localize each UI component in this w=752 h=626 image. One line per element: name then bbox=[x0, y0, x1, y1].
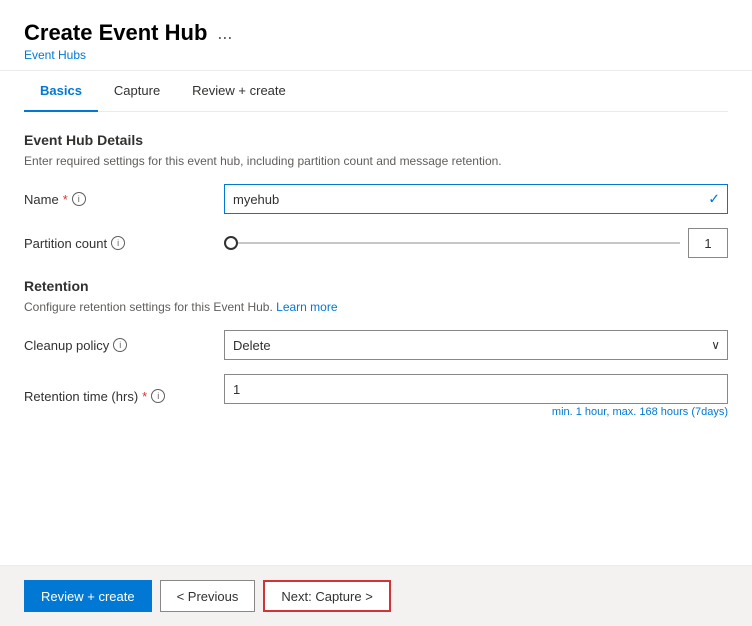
name-info-icon[interactable]: i bbox=[72, 192, 86, 206]
section-title-details: Event Hub Details bbox=[24, 132, 728, 148]
section-description-retention: Configure retention settings for this Ev… bbox=[24, 300, 728, 314]
retention-hint: min. 1 hour, max. 168 hours (7days) bbox=[224, 406, 728, 418]
partition-control: 1 bbox=[224, 228, 728, 258]
cleanup-control: Delete Compact ∨ bbox=[224, 330, 728, 360]
name-input[interactable] bbox=[224, 184, 728, 214]
partition-slider[interactable] bbox=[224, 242, 680, 244]
name-label: Name * i bbox=[24, 192, 224, 207]
review-create-button[interactable]: Review + create bbox=[24, 580, 152, 612]
cleanup-select[interactable]: Delete Compact bbox=[224, 330, 728, 360]
partition-label: Partition count i bbox=[24, 236, 224, 251]
tab-review-create[interactable]: Review + create bbox=[176, 71, 302, 112]
cleanup-row: Cleanup policy i Delete Compact ∨ bbox=[24, 330, 728, 360]
cleanup-select-wrapper: Delete Compact ∨ bbox=[224, 330, 728, 360]
retention-time-row: Retention time (hrs) * i min. 1 hour, ma… bbox=[24, 374, 728, 418]
retention-required: * bbox=[142, 389, 147, 404]
tab-capture[interactable]: Capture bbox=[98, 71, 176, 112]
page-title: Create Event Hub bbox=[24, 20, 207, 46]
slider-container: 1 bbox=[224, 228, 728, 258]
next-capture-button[interactable]: Next: Capture > bbox=[263, 580, 390, 612]
slider-wrapper bbox=[224, 228, 680, 258]
partition-value-box: 1 bbox=[688, 228, 728, 258]
main-content: Basics Capture Review + create Event Hub… bbox=[0, 71, 752, 565]
footer: Review + create < Previous Next: Capture… bbox=[0, 565, 752, 626]
more-options-icon[interactable]: ... bbox=[217, 23, 232, 44]
tab-basics[interactable]: Basics bbox=[24, 71, 98, 112]
retention-time-label: Retention time (hrs) * i bbox=[24, 389, 224, 404]
retention-input-wrapper bbox=[224, 374, 728, 404]
cleanup-info-icon[interactable]: i bbox=[113, 338, 127, 352]
name-row: Name * i ✓ bbox=[24, 184, 728, 214]
name-required: * bbox=[63, 192, 68, 207]
previous-button[interactable]: < Previous bbox=[160, 580, 256, 612]
retention-section: Retention Configure retention settings f… bbox=[24, 278, 728, 418]
event-hub-details-section: Event Hub Details Enter required setting… bbox=[24, 132, 728, 258]
retention-time-info-icon[interactable]: i bbox=[151, 389, 165, 403]
partition-row: Partition count i 1 bbox=[24, 228, 728, 258]
name-input-wrapper: ✓ bbox=[224, 184, 728, 214]
page-header: Create Event Hub ... Event Hubs bbox=[0, 0, 752, 71]
tab-bar: Basics Capture Review + create bbox=[24, 71, 728, 112]
section-description-details: Enter required settings for this event h… bbox=[24, 154, 728, 168]
retention-time-input[interactable] bbox=[224, 374, 728, 404]
section-title-retention: Retention bbox=[24, 278, 728, 294]
breadcrumb[interactable]: Event Hubs bbox=[24, 48, 728, 62]
cleanup-label: Cleanup policy i bbox=[24, 338, 224, 353]
retention-time-control: min. 1 hour, max. 168 hours (7days) bbox=[224, 374, 728, 418]
name-check-icon: ✓ bbox=[708, 191, 720, 208]
partition-info-icon[interactable]: i bbox=[111, 236, 125, 250]
learn-more-link[interactable]: Learn more bbox=[276, 300, 337, 314]
